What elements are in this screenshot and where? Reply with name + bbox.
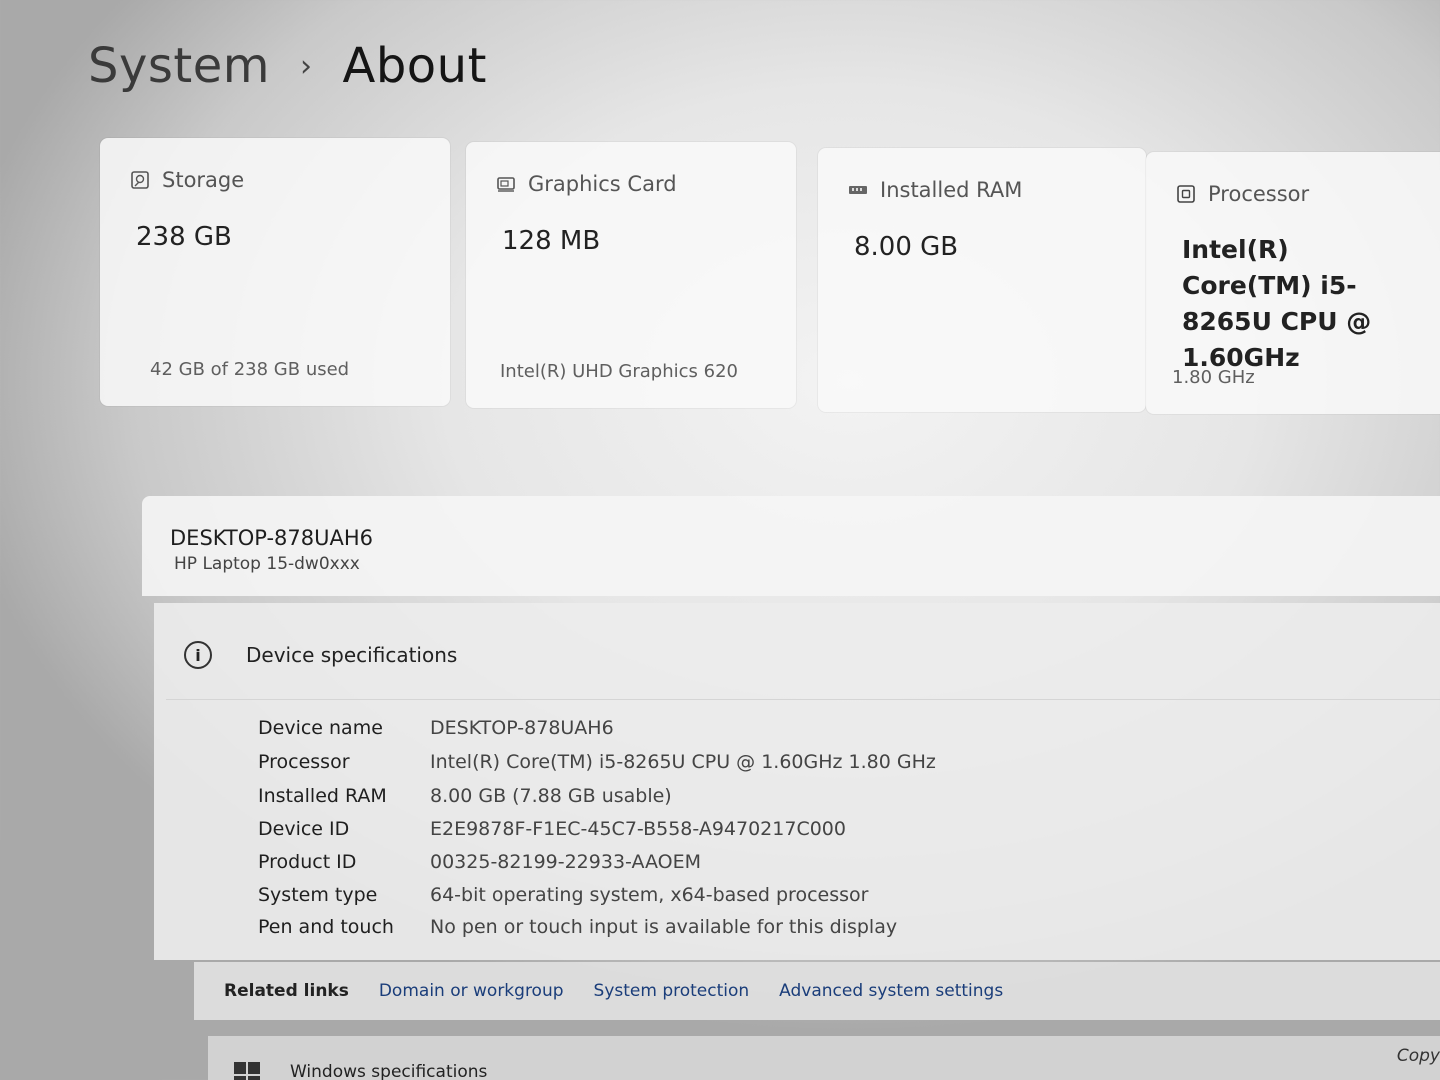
spec-row-processor: Processor Intel(R) Core(TM) i5-8265U CPU… [258, 751, 936, 773]
spec-key: Installed RAM [258, 785, 387, 807]
system-protection-link[interactable]: System protection [594, 981, 750, 1001]
installed-ram-card: Installed RAM 8.00 GB [818, 148, 1146, 412]
spec-key: Product ID [258, 851, 357, 873]
device-model: HP Laptop 15-dw0xxx [174, 554, 360, 574]
spec-key: Device name [258, 717, 383, 739]
spec-key: Processor [258, 751, 350, 773]
related-links-label: Related links [224, 981, 349, 1001]
spec-value: 64-bit operating system, x64-based proce… [430, 884, 869, 906]
spec-value: No pen or touch input is available for t… [430, 916, 898, 938]
domain-or-workgroup-link[interactable]: Domain or workgroup [379, 981, 564, 1001]
spec-row-pen-and-touch: Pen and touch No pen or touch input is a… [258, 916, 897, 938]
info-icon: i [184, 641, 212, 669]
spec-row-installed-ram: Installed RAM 8.00 GB (7.88 GB usable) [258, 785, 672, 807]
processor-header: Processor [1176, 182, 1309, 206]
spec-row-device-id: Device ID E2E9878F-F1EC-45C7-B558-A94702… [258, 818, 846, 840]
processor-title: Processor [1208, 182, 1310, 206]
specs-divider [166, 699, 1440, 700]
copy-button[interactable]: Copy [1397, 1046, 1440, 1066]
device-specifications-section: i Device specifications Device name DESK… [154, 603, 1440, 960]
spec-value: Intel(R) Core(TM) i5-8265U CPU @ 1.60GHz… [430, 751, 936, 773]
spec-key: Pen and touch [258, 916, 394, 938]
spec-value: E2E9878F-F1EC-45C7-B558-A9470217C000 [430, 818, 846, 840]
advanced-system-settings-link[interactable]: Advanced system settings [779, 981, 1003, 1001]
chevron-right-icon: › [300, 48, 313, 84]
storage-card-title: Storage [162, 168, 245, 192]
breadcrumb: System › About [88, 38, 487, 94]
graphics-card-icon [497, 177, 515, 192]
installed-ram-header: Installed RAM [848, 178, 1022, 202]
windows-specifications-header[interactable]: Windows specifications [208, 1036, 1440, 1080]
device-specifications-title: Device specifications [246, 643, 458, 667]
graphics-card-title: Graphics Card [528, 172, 677, 196]
storage-icon [131, 171, 149, 189]
installed-ram-title: Installed RAM [880, 178, 1023, 202]
spec-value: 8.00 GB (7.88 GB usable) [430, 785, 672, 807]
spec-key: System type [258, 884, 378, 906]
page-title: About [342, 38, 487, 94]
spec-value: DESKTOP-878UAH6 [430, 717, 614, 739]
graphics-card-card: Graphics Card 128 MB Intel(R) UHD Graphi… [466, 142, 796, 408]
processor-speed: 1.80 GHz [1172, 367, 1255, 388]
spec-row-device-name: Device name DESKTOP-878UAH6 [258, 717, 614, 739]
storage-value: 238 GB [136, 222, 232, 252]
spec-row-product-id: Product ID 00325-82199-22933-AAOEM [258, 851, 701, 873]
ram-icon [849, 186, 867, 194]
processor-value: Intel(R) Core(TM) i5-8265U CPU @ 1.60GHz [1182, 235, 1372, 372]
installed-ram-value: 8.00 GB [854, 232, 959, 262]
spec-row-system-type: System type 64-bit operating system, x64… [258, 884, 868, 906]
spec-value: 00325-82199-22933-AAOEM [430, 851, 702, 873]
storage-card-header: Storage [130, 168, 244, 192]
storage-card: Storage 238 GB 42 GB of 238 GB used [100, 138, 450, 406]
device-name-bar[interactable]: DESKTOP-878UAH6 HP Laptop 15-dw0xxx [142, 496, 1440, 596]
breadcrumb-system[interactable]: System [88, 38, 270, 94]
graphics-card-model: Intel(R) UHD Graphics 620 [500, 361, 738, 382]
processor-card: Processor Intel(R) Core(TM) i5-8265U CPU… [1146, 152, 1440, 414]
graphics-card-header: Graphics Card [496, 172, 677, 196]
device-specifications-header[interactable]: i Device specifications [184, 641, 457, 669]
processor-icon [1177, 185, 1195, 203]
device-hostname: DESKTOP-878UAH6 [170, 526, 374, 550]
storage-usage: 42 GB of 238 GB used [150, 359, 350, 380]
spec-key: Device ID [258, 818, 350, 840]
graphics-memory-value: 128 MB [502, 226, 601, 256]
related-links-bar: Related links Domain or workgroup System… [194, 962, 1440, 1020]
windows-logo-icon [234, 1062, 260, 1080]
windows-specifications-title: Windows specifications [290, 1062, 488, 1080]
